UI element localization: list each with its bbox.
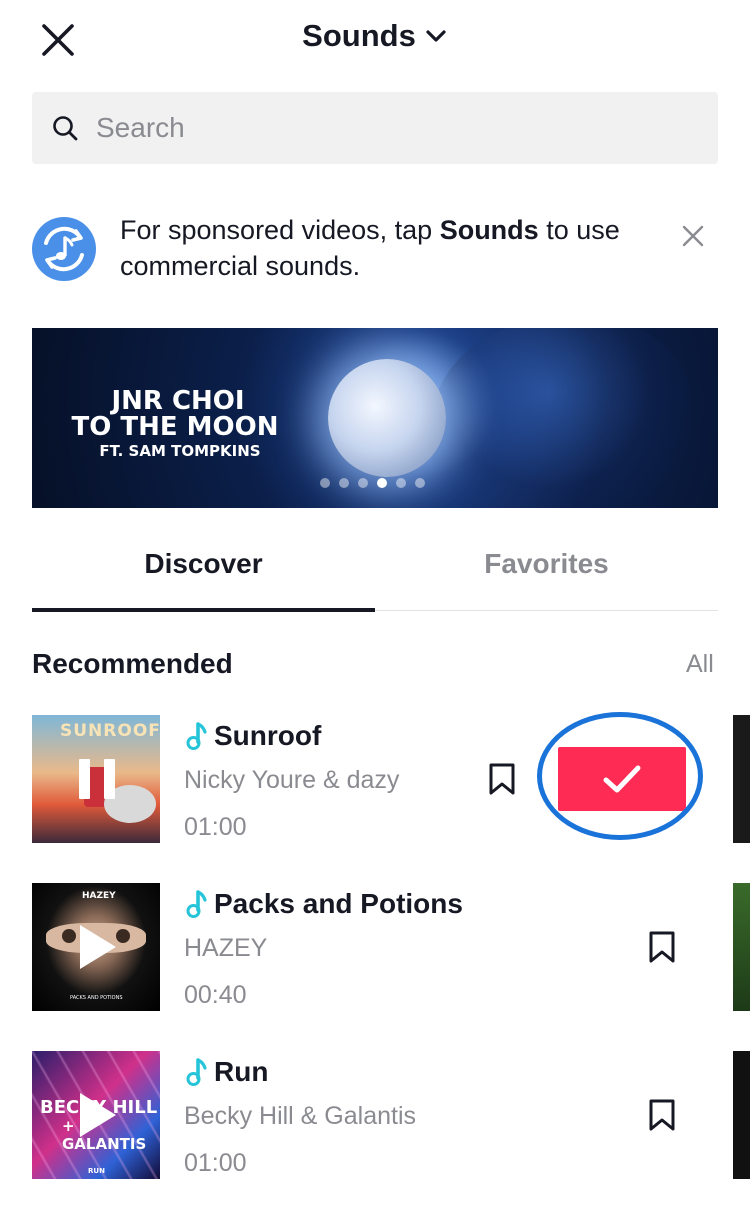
song-title: Run [214,1056,269,1087]
adjacent-panel-edge [733,1051,750,1179]
banner-featuring: FT. SAM TOMPKINS [99,442,261,460]
song-artist: Nicky Youre & dazy [184,766,400,794]
favorite-button[interactable] [487,762,517,796]
see-all-link[interactable]: All [686,650,714,679]
song-artist: Becky Hill & Galantis [184,1102,417,1130]
music-sync-icon [32,217,96,281]
tab-favorites[interactable]: Favorites [375,548,718,612]
carousel-dot [339,478,349,488]
bookmark-icon [649,931,675,963]
bookmark-icon [489,763,515,795]
play-icon[interactable] [80,925,116,969]
carousel-dot [396,478,406,488]
section-title: Recommended [32,648,233,679]
search-input[interactable] [94,111,658,145]
pause-icon[interactable] [79,759,115,799]
carousel-dot [415,478,425,488]
song-title: Sunroof [214,720,322,751]
cover-subtext: PACKS AND POTIONS [70,995,123,1001]
play-icon[interactable] [80,1093,116,1137]
music-note-icon [186,722,207,750]
artist-silhouette-image [432,328,692,508]
favorite-button[interactable] [647,1098,677,1132]
song-cover[interactable]: HAZEY PACKS AND POTIONS [32,883,160,1011]
tab-active-indicator [32,608,375,612]
cover-subtext: RUN [88,1167,105,1175]
notice-bold-text: Sounds [439,215,539,245]
song-cover[interactable]: BECKY HILL + GALANTIS RUN [32,1051,160,1179]
sounds-dropdown[interactable]: Sounds [302,18,448,54]
song-cover[interactable]: SUNROOF [32,715,160,843]
song-duration: 01:00 [184,1149,247,1177]
carousel-dots [320,478,425,488]
carousel-dot-active [377,478,387,488]
header: Sounds [0,18,750,54]
song-title-row[interactable]: Sunroof [186,720,321,752]
song-artist: HAZEY [184,934,268,962]
notice-close-button[interactable] [676,219,710,253]
cover-text: SUNROOF [60,721,160,741]
annotation-highlight-circle [537,712,703,840]
cover-text: HAZEY [82,891,116,901]
adjacent-panel-edge [733,883,750,1011]
song-title-row[interactable]: Packs and Potions [186,888,463,920]
chevron-down-icon [426,30,446,42]
banner-title: TO THE MOON [71,412,279,442]
page-title: Sounds [302,18,416,53]
cover-eye [62,929,76,943]
promo-banner[interactable]: JNR CHOI TO THE MOON FT. SAM TOMPKINS [32,328,718,508]
song-title-row[interactable]: Run [186,1056,268,1088]
cover-eye [116,929,130,943]
sponsored-notice-text: For sponsored videos, tap Sounds to use … [120,215,620,281]
adjacent-panel-edge [733,715,750,843]
song-title: Packs and Potions [214,888,463,919]
moon-image [328,359,446,477]
music-note-icon [186,1058,207,1086]
carousel-dot [358,478,368,488]
song-duration: 01:00 [184,813,247,841]
song-duration: 00:40 [184,981,247,1009]
carousel-dot [320,478,330,488]
search-bar[interactable] [32,92,718,164]
search-icon [53,116,78,141]
favorite-button[interactable] [647,930,677,964]
tab-discover[interactable]: Discover [32,548,375,612]
bookmark-icon [649,1099,675,1131]
close-icon [682,225,704,247]
music-note-icon [186,890,207,918]
